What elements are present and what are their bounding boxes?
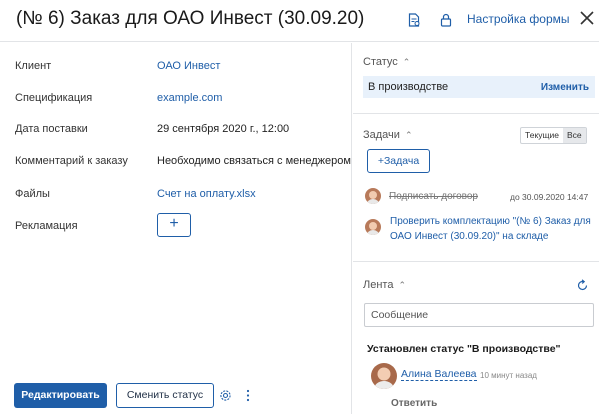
divider <box>353 113 599 114</box>
add-reclamation-button[interactable]: + <box>157 213 191 237</box>
field-label: Дата поставки <box>15 123 88 135</box>
field-label: Комментарий к заказу <box>15 155 128 167</box>
avatar <box>365 219 381 235</box>
field-row-delivery-date: Дата поставки 29 сентября 2020 г., 12:00 <box>0 120 352 140</box>
divider <box>353 261 599 262</box>
specification-link[interactable]: example.com <box>157 92 222 104</box>
add-task-button[interactable]: +Задача <box>367 149 430 173</box>
filter-all-tab[interactable]: Все <box>562 128 586 143</box>
tasks-filter: Текущие Все <box>520 127 587 144</box>
close-icon[interactable] <box>579 10 595 26</box>
form-header: (№ 6) Заказ для ОАО Инвест (30.09.20) На… <box>0 0 599 42</box>
avatar <box>371 363 397 389</box>
chevron-up-icon: ⌃ <box>398 280 406 290</box>
field-row-client: Клиент ОАО Инвест <box>0 57 352 77</box>
tasks-section-toggle[interactable]: Задачи ⌃ <box>363 129 412 141</box>
page-title: (№ 6) Заказ для ОАО Инвест (30.09.20) <box>16 8 365 29</box>
tasks-heading: Задачи <box>363 129 400 141</box>
lock-icon[interactable] <box>437 11 455 29</box>
order-fields-panel: Клиент ОАО Инвест Спецификация example.c… <box>0 43 352 414</box>
field-label: Клиент <box>15 60 52 72</box>
field-label: Рекламация <box>15 220 78 232</box>
task-item-link[interactable]: Проверить комплектацию "(№ 6) Заказ для … <box>390 214 596 244</box>
status-value: В производстве <box>368 81 449 93</box>
comment-value: Необходимо связаться с менеджером <box>157 155 351 167</box>
field-row-comment: Комментарий к заказу Необходимо связатьс… <box>0 152 352 172</box>
field-row-specification: Спецификация example.com <box>0 89 352 109</box>
form-footer: Редактировать Сменить статус <box>0 370 352 414</box>
delivery-date-value: 29 сентября 2020 г., 12:00 <box>157 123 290 135</box>
document-settings-icon[interactable] <box>405 11 423 29</box>
order-form-window: (№ 6) Заказ для ОАО Инвест (30.09.20) На… <box>0 0 599 414</box>
filter-current-tab[interactable]: Текущие <box>521 128 563 143</box>
status-box: В производстве Изменить <box>363 76 595 98</box>
form-settings-link[interactable]: Настройка формы <box>467 12 570 26</box>
status-heading: Статус <box>363 56 398 68</box>
status-section-toggle[interactable]: Статус ⌃ <box>363 56 410 68</box>
field-row-files: Файлы Счет на оплату.xlsx <box>0 185 352 205</box>
edit-button[interactable]: Редактировать <box>14 383 107 408</box>
feed-timestamp: 10 минут назад <box>480 371 537 380</box>
avatar <box>365 188 381 204</box>
chevron-up-icon: ⌃ <box>404 130 413 140</box>
client-link[interactable]: ОАО Инвест <box>157 60 220 72</box>
chevron-up-icon: ⌃ <box>402 57 411 67</box>
task-due-date: до 30.09.2020 14:47 <box>510 192 589 202</box>
message-input[interactable] <box>364 303 594 327</box>
feed-author-link[interactable]: Алина Валеева <box>401 368 477 381</box>
field-row-reclamation: Рекламация + <box>0 213 352 237</box>
refresh-icon[interactable] <box>576 279 589 292</box>
change-status-button[interactable]: Сменить статус <box>116 383 214 408</box>
field-label: Файлы <box>15 188 50 200</box>
field-label: Спецификация <box>15 92 93 104</box>
change-status-link[interactable]: Изменить <box>541 82 589 93</box>
gear-icon[interactable] <box>219 389 232 402</box>
feed-section-toggle[interactable]: Лента ⌃ <box>363 279 406 291</box>
file-link[interactable]: Счет на оплату.xlsx <box>157 188 256 200</box>
reply-button[interactable]: Ответить <box>391 398 437 409</box>
sidebar-panel: Статус ⌃ В производстве Изменить Задачи ⌃ … <box>353 43 599 414</box>
more-options-icon[interactable] <box>245 389 251 402</box>
feed-heading: Лента <box>363 279 394 291</box>
task-item-completed[interactable]: Подписать договор <box>389 191 478 202</box>
feed-entry-title: Установлен статус "В производстве" <box>367 343 561 355</box>
